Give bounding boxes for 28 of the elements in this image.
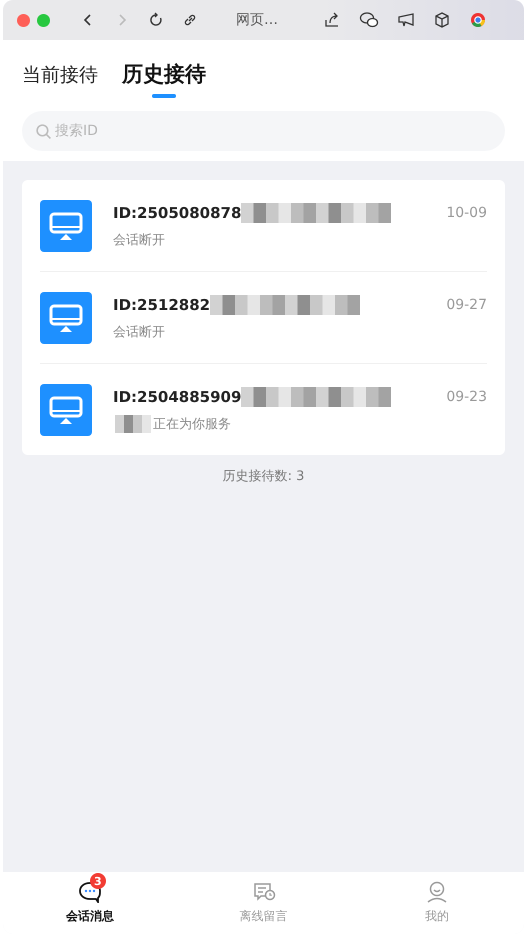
window-title: 网页…	[236, 11, 278, 29]
tab[interactable]: 历史接待	[122, 60, 206, 98]
session-date: 10-09	[446, 205, 487, 221]
monitor-icon	[40, 292, 92, 344]
session-status: 会话断开	[113, 232, 165, 248]
message-clock-icon	[252, 881, 276, 903]
search-field[interactable]: 搜索ID	[22, 111, 505, 151]
search-icon	[35, 123, 52, 140]
chat-bubbles-icon[interactable]	[359, 11, 379, 29]
share-icon[interactable]	[323, 11, 341, 29]
megaphone-icon[interactable]	[397, 11, 415, 29]
session-status: 会话断开	[113, 324, 165, 340]
history-count: 历史接待数: 3	[222, 468, 306, 485]
refresh-icon[interactable]	[148, 12, 164, 28]
session-status: 正在为你服务	[153, 416, 231, 432]
unread-badge: 3	[90, 873, 106, 889]
link-icon[interactable]	[182, 12, 198, 28]
browser-icon[interactable]	[469, 11, 487, 29]
session-id[interactable]: ID:2505080878	[113, 204, 242, 222]
cube-icon[interactable]	[433, 11, 451, 29]
monitor-icon	[40, 200, 92, 252]
session-id[interactable]: ID:2504885909	[113, 388, 242, 406]
session-id[interactable]: ID:2512882	[113, 296, 210, 314]
session-date: 09-27	[446, 297, 487, 313]
nav-tab[interactable]: 3 会话消息	[3, 872, 177, 934]
tab[interactable]: 当前接待	[22, 62, 98, 98]
monitor-icon	[40, 384, 92, 436]
session-date: 09-23	[446, 389, 487, 405]
